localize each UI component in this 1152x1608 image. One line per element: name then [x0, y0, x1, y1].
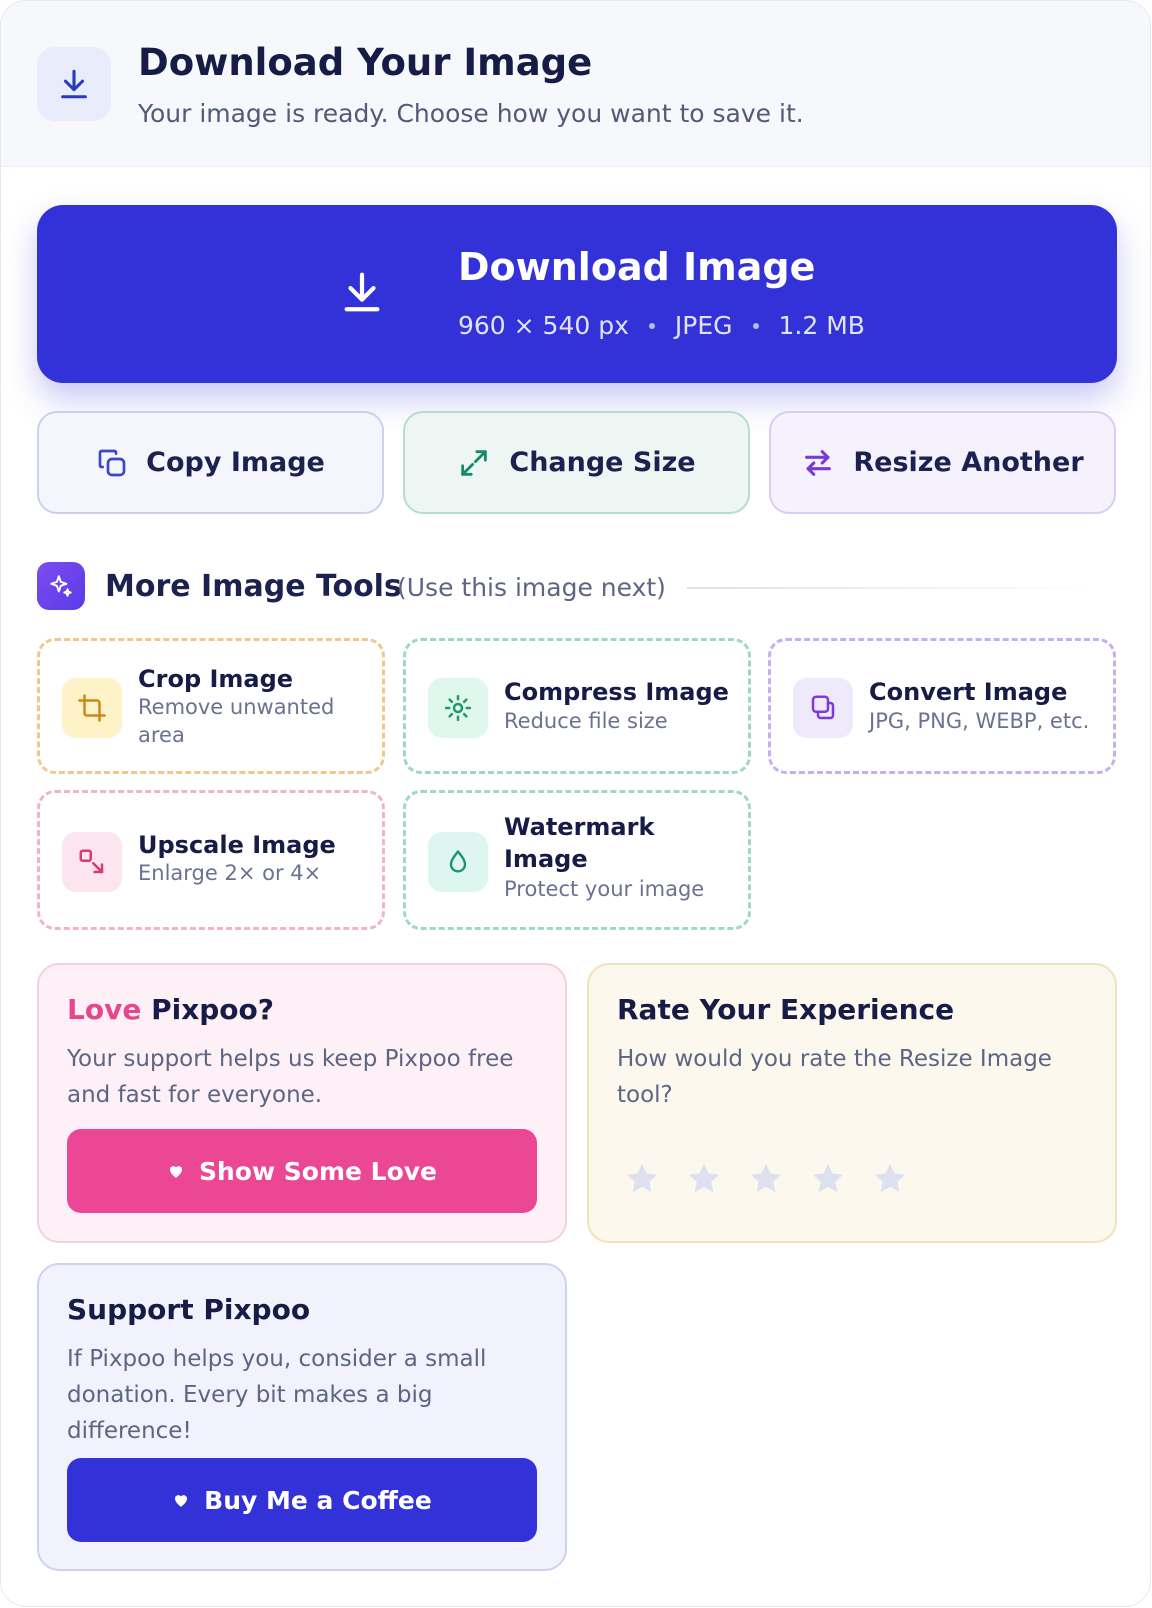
tool-description: Enlarge 2× or 4× [138, 861, 322, 885]
compress-icon [428, 678, 488, 738]
tool-watermark-image[interactable]: Watermark Image Protect your image [403, 790, 751, 930]
tool-description: JPG, PNG, WEBP, etc. [869, 709, 1090, 733]
download-icon [37, 47, 111, 121]
tools-section-title: More Image Tools [105, 569, 402, 604]
upscale-icon [62, 832, 122, 892]
show-some-love-label: Show Some Love [198, 1156, 438, 1186]
download-card: Download Your Image Your image is ready.… [0, 0, 1151, 1607]
tool-name: Compress Image [504, 678, 729, 706]
separator-dot [752, 322, 759, 329]
image-dimensions: 960 × 540 px [458, 311, 629, 340]
swap-arrows-icon [805, 449, 832, 476]
header: Download Your Image Your image is ready.… [1, 1, 1150, 167]
love-title-rest: Pixpoo? [141, 993, 275, 1026]
tool-name: Crop Image [138, 665, 294, 693]
page-subtitle: Your image is ready. Choose how you want… [138, 99, 804, 128]
separator-dot [648, 322, 655, 329]
star-icon[interactable] [871, 1160, 909, 1198]
rate-title: Rate Your Experience [617, 993, 955, 1026]
image-format: JPEG [674, 311, 733, 340]
change-size-button[interactable]: Change Size [403, 411, 750, 514]
droplet-icon [428, 832, 488, 892]
download-icon [339, 269, 385, 319]
support-title: Support Pixpoo [67, 1293, 311, 1326]
page-title: Download Your Image [138, 41, 593, 84]
tool-crop-image[interactable]: Crop Image Remove unwanted area [37, 638, 385, 774]
support-text: If Pixpoo helps you, consider a small do… [67, 1346, 487, 1444]
tool-name: Watermark Image [504, 813, 655, 873]
tool-name: Convert Image [869, 678, 1068, 706]
love-panel: Love Pixpoo? Your support helps us keep … [37, 963, 567, 1243]
star-icon[interactable] [809, 1160, 847, 1198]
tool-description: Remove unwanted area [138, 695, 335, 747]
convert-icon [793, 678, 853, 738]
section-divider [687, 587, 1097, 589]
heart-icon [175, 1495, 188, 1507]
star-icon[interactable] [685, 1160, 723, 1198]
rate-panel: Rate Your Experience How would you rate … [587, 963, 1117, 1243]
tool-compress-image[interactable]: Compress Image Reduce file size [403, 638, 751, 774]
love-title: Love Pixpoo? [67, 993, 274, 1026]
copy-icon [98, 449, 126, 476]
change-size-label: Change Size [509, 447, 696, 478]
tool-description: Protect your image [504, 877, 705, 901]
buy-me-a-coffee-label: Buy Me a Coffee [204, 1485, 432, 1515]
tools-section-subtitle: (Use this image next) [397, 573, 666, 602]
expand-icon [461, 449, 488, 476]
tool-name: Upscale Image [138, 831, 336, 859]
download-title: Download Image [458, 245, 816, 289]
resize-another-button[interactable]: Resize Another [769, 411, 1116, 514]
buy-me-a-coffee-button[interactable]: Buy Me a Coffee [67, 1458, 537, 1542]
resize-another-label: Resize Another [853, 447, 1084, 478]
sparkle-icon [37, 562, 85, 610]
download-image-button[interactable]: Download Image 960 × 540 px JPEG 1.2 MB [37, 205, 1117, 383]
copy-image-label: Copy Image [146, 447, 325, 478]
crop-icon [62, 678, 122, 738]
love-text: Your support helps us keep Pixpoo free a… [67, 1046, 514, 1108]
star-rating [623, 1160, 933, 1198]
star-icon[interactable] [623, 1160, 661, 1198]
rate-text: How would you rate the Resize Image tool… [617, 1046, 1052, 1108]
download-meta: 960 × 540 px JPEG 1.2 MB [458, 311, 865, 340]
star-icon[interactable] [747, 1160, 785, 1198]
tool-upscale-image[interactable]: Upscale Image Enlarge 2× or 4× [37, 790, 385, 930]
copy-image-button[interactable]: Copy Image [37, 411, 384, 514]
tool-description: Reduce file size [504, 709, 668, 733]
image-size: 1.2 MB [778, 311, 865, 340]
support-panel: Support Pixpoo If Pixpoo helps you, cons… [37, 1263, 567, 1571]
heart-icon [169, 1166, 182, 1178]
love-title-accent: Love [67, 993, 142, 1026]
tool-convert-image[interactable]: Convert Image JPG, PNG, WEBP, etc. [768, 638, 1116, 774]
show-some-love-button[interactable]: Show Some Love [67, 1129, 537, 1213]
